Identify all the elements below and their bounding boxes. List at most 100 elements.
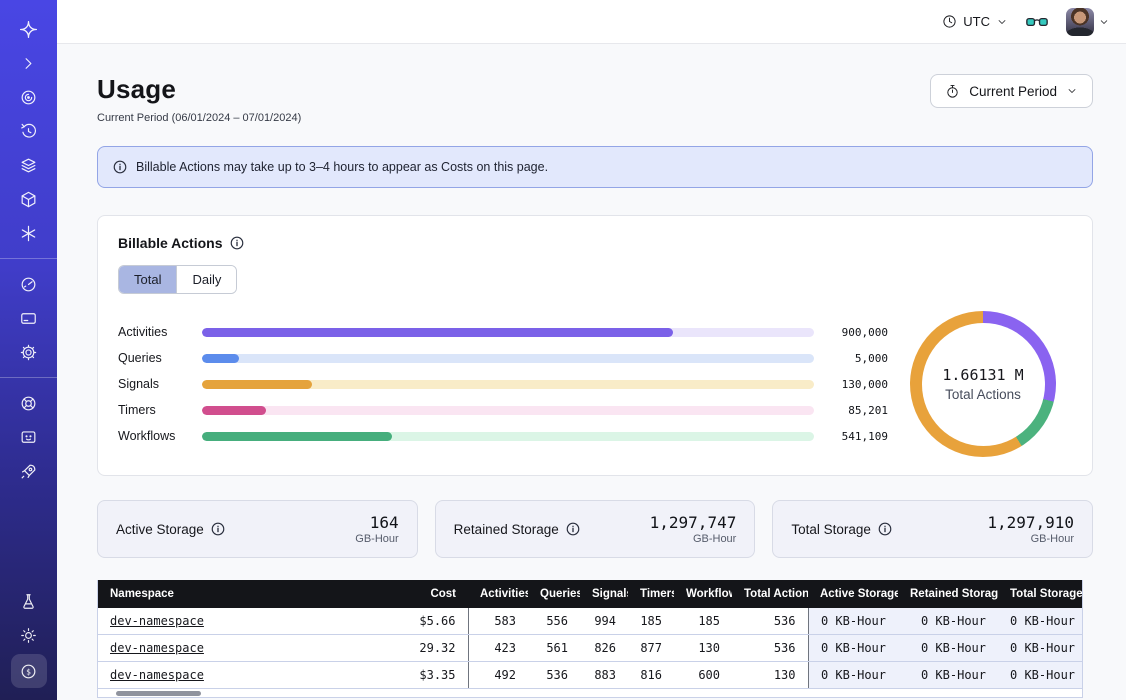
dollar-coin-icon: $	[19, 662, 38, 681]
sidebar-item-schedules[interactable]	[9, 116, 49, 146]
sidebar-item-feedback[interactable]	[9, 422, 49, 452]
billable-actions-bar-chart: Activities 900,000 Queries 5,000 Signals	[118, 319, 894, 449]
asterisk-icon	[19, 224, 38, 243]
usage-bar-row: Queries 5,000	[118, 345, 888, 371]
layers-icon	[19, 156, 38, 175]
signals-cell: 994	[580, 608, 628, 635]
column-header: Total Actions	[732, 580, 808, 608]
total-storage-card: Total Storage 1,297,910 GB-Hour	[772, 500, 1093, 558]
sidebar-item-layers[interactable]	[9, 150, 49, 180]
total-actions-cell: 536	[732, 608, 808, 635]
bar-value: 130,000	[814, 378, 888, 391]
bar-fill	[202, 328, 673, 337]
column-header: Retained Storage	[898, 580, 998, 608]
donut-total-label: Total Actions	[945, 387, 1021, 402]
info-icon[interactable]	[566, 522, 580, 536]
column-header: Total Storage	[998, 580, 1082, 608]
total-storage-cell: 0 KB-Hour	[998, 608, 1082, 635]
bar-fill	[202, 354, 239, 363]
sidebar-item-getting-started[interactable]	[9, 456, 49, 486]
table-row: dev-namespace $3.35 492 536 883 816 600 …	[98, 662, 1082, 689]
period-selector-button[interactable]: Current Period	[930, 74, 1093, 108]
bar-value: 900,000	[814, 326, 888, 339]
info-icon[interactable]	[230, 236, 244, 250]
monitor-face-icon	[19, 428, 38, 447]
table-row: dev-namespace 29.32 423 561 826 877 130 …	[98, 635, 1082, 662]
avatar	[1066, 8, 1094, 36]
clock-icon	[942, 14, 957, 29]
chevron-down-icon	[1098, 16, 1110, 28]
usage-page: Usage Current Period (06/01/2024 – 07/01…	[57, 44, 1126, 700]
sidebar-divider	[0, 377, 57, 378]
appearance-button[interactable]	[1026, 15, 1048, 29]
sidebar-item-nexus[interactable]	[9, 218, 49, 248]
sidebar-item-support[interactable]	[9, 388, 49, 418]
tab-total[interactable]: Total	[119, 266, 176, 293]
queries-cell: 561	[528, 635, 580, 662]
app: $ UTC	[0, 0, 1126, 700]
bar-value: 85,201	[814, 404, 888, 417]
gauge-icon	[19, 275, 38, 294]
cost-cell: $5.66	[376, 608, 468, 635]
card-title: Billable Actions	[118, 235, 223, 251]
bar-value: 5,000	[814, 352, 888, 365]
billable-actions-info-banner: Billable Actions may take up to 3–4 hour…	[97, 146, 1093, 188]
namespace-link[interactable]: dev-namespace	[110, 668, 204, 682]
bar-label: Queries	[118, 351, 202, 365]
timezone-selector[interactable]: UTC	[942, 14, 1008, 29]
namespace-link[interactable]: dev-namespace	[110, 614, 204, 628]
sidebar-item-collapse[interactable]	[9, 48, 49, 78]
donut-total-value: 1.66131 M	[942, 366, 1023, 384]
active-storage-cell: 0 KB-Hour	[808, 662, 898, 689]
sidebar-item-usage-billing-active[interactable]: $	[11, 654, 47, 688]
namespace-link[interactable]: dev-namespace	[110, 641, 204, 655]
workflows-cell: 600	[674, 662, 732, 689]
sidebar-item-namespaces[interactable]	[9, 82, 49, 112]
storage-card-unit: GB-Hour	[987, 533, 1074, 545]
info-icon[interactable]	[211, 522, 225, 536]
bar-fill	[202, 406, 266, 415]
usage-bar-row: Timers 85,201	[118, 397, 888, 423]
bar-label: Activities	[118, 325, 202, 339]
period-selector-label: Current Period	[969, 84, 1057, 99]
gear-icon	[19, 343, 38, 362]
timers-cell: 877	[628, 635, 674, 662]
sidebar-item-labs[interactable]	[9, 586, 49, 616]
active-storage-cell: 0 KB-Hour	[808, 635, 898, 662]
chevron-down-icon	[1066, 85, 1078, 97]
tab-daily[interactable]: Daily	[176, 266, 236, 293]
column-header: Queries	[528, 580, 580, 608]
sidebar-item-settings[interactable]	[9, 337, 49, 367]
timers-cell: 816	[628, 662, 674, 689]
column-header: Workflows	[674, 580, 732, 608]
usage-bar-row: Activities 900,000	[118, 319, 888, 345]
sidebar-item-usage[interactable]	[9, 269, 49, 299]
signals-cell: 883	[580, 662, 628, 689]
main: UTC Usage Current Period (06/01/20	[57, 0, 1126, 700]
total-storage-cell: 0 KB-Hour	[998, 635, 1082, 662]
chevron-right-icon	[19, 54, 38, 73]
user-menu[interactable]	[1066, 8, 1110, 36]
scrollbar-thumb[interactable]	[116, 691, 201, 696]
storage-card-unit: GB-Hour	[355, 533, 398, 545]
lifebuoy-icon	[19, 394, 38, 413]
workflows-cell: 185	[674, 608, 732, 635]
sidebar-item-home[interactable]	[9, 14, 49, 44]
donut-ring: 1.66131 M Total Actions	[910, 311, 1056, 457]
info-icon[interactable]	[878, 522, 892, 536]
queries-cell: 556	[528, 608, 580, 635]
column-header: Cost	[376, 580, 468, 608]
info-icon	[113, 160, 127, 174]
namespace-usage-table: Namespace Cost Activities Queries Signal…	[97, 580, 1083, 698]
storage-summary-row: Active Storage 164 GB-Hour Retained Stor…	[97, 500, 1093, 558]
retained-storage-cell: 0 KB-Hour	[898, 662, 998, 689]
usage-bar-row: Signals 130,000	[118, 371, 888, 397]
storage-card-label: Active Storage	[116, 522, 204, 537]
column-header: Timers	[628, 580, 674, 608]
total-actions-donut-chart: 1.66131 M Total Actions	[894, 311, 1072, 457]
sidebar-item-deployments[interactable]	[9, 184, 49, 214]
stopwatch-icon	[945, 84, 960, 99]
sidebar-item-billing[interactable]	[9, 303, 49, 333]
usage-bar-row: Workflows 541,109	[118, 423, 888, 449]
sidebar-item-theme[interactable]	[9, 620, 49, 650]
